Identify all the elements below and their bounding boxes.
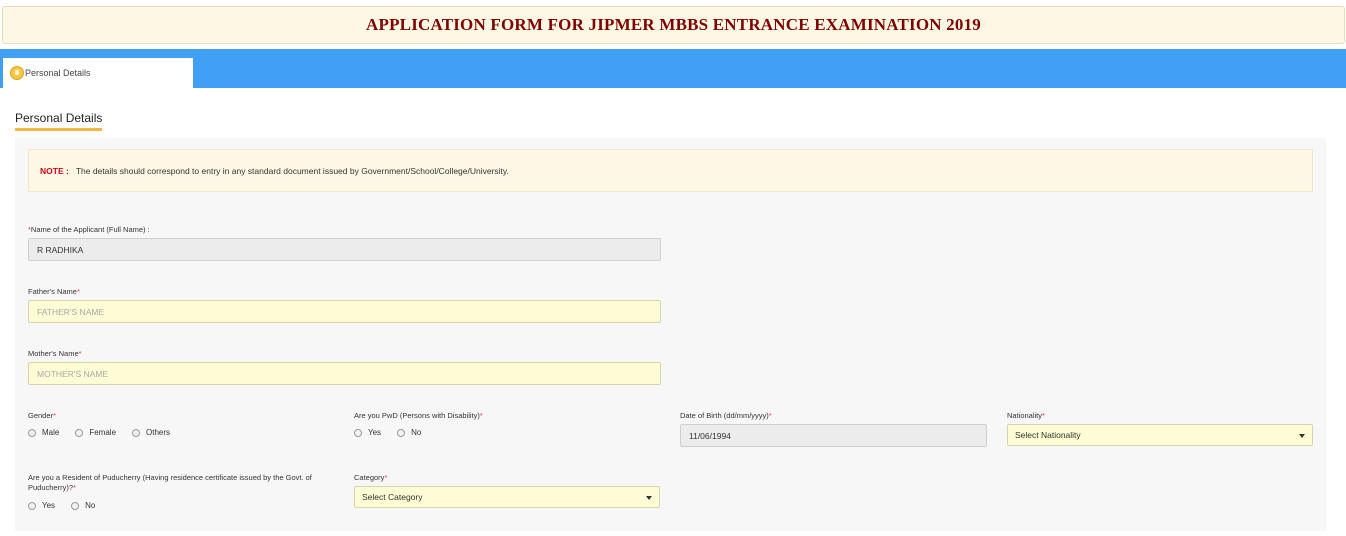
gender-radio-group: Male Female Others xyxy=(28,428,186,437)
chevron-down-icon xyxy=(1299,434,1305,438)
radio-label: No xyxy=(85,501,96,510)
tab-label: Personal Details xyxy=(25,68,91,78)
category-selected-value: Select Category xyxy=(362,492,423,502)
pwd-radio-group: Yes No xyxy=(354,428,437,437)
resident-label-text: Are you a Resident of Puducherry (Having… xyxy=(28,473,312,492)
mother-name-field[interactable] xyxy=(28,362,661,385)
resident-label: Are you a Resident of Puducherry (Having… xyxy=(28,473,338,493)
pwd-no-option[interactable]: No xyxy=(397,428,421,437)
radio-label: No xyxy=(411,428,422,437)
mother-name-label-text: Mother's Name xyxy=(28,349,79,358)
required-mark: * xyxy=(768,411,772,420)
resident-yes-option[interactable]: Yes xyxy=(28,501,55,510)
nationality-select[interactable]: Select Nationality xyxy=(1007,424,1313,446)
pwd-label: Are you PwD (Persons with Disability)* xyxy=(354,411,483,421)
dob-label-text: Date of Birth (dd/mm/yyyy) xyxy=(680,411,769,420)
radio-button[interactable] xyxy=(28,501,36,510)
father-name-label: Father's Name* xyxy=(28,287,80,297)
radio-button[interactable] xyxy=(397,428,406,437)
category-label-text: Category xyxy=(354,473,385,482)
dob-label: Date of Birth (dd/mm/yyyy)* xyxy=(680,411,772,421)
required-mark: * xyxy=(73,483,76,492)
radio-button[interactable] xyxy=(132,428,141,437)
gender-label-text: Gender xyxy=(28,411,54,420)
gender-others-option[interactable]: Others xyxy=(132,428,170,437)
radio-label: Male xyxy=(42,428,60,437)
radio-button[interactable] xyxy=(75,428,84,437)
father-name-field[interactable] xyxy=(28,300,661,323)
section-heading: Personal Details xyxy=(15,111,103,131)
category-select[interactable]: Select Category xyxy=(354,486,660,508)
applicant-name-label: *Name of the Applicant (Full Name) : xyxy=(28,225,150,235)
required-mark: * xyxy=(76,287,80,296)
page-title: APPLICATION FORM FOR JIPMER MBBS ENTRANC… xyxy=(366,15,981,34)
chevron-down-icon xyxy=(646,496,652,500)
pwd-label-text: Are you PwD (Persons with Disability) xyxy=(354,411,480,420)
applicant-name-label-text: Name of the Applicant (Full Name) : xyxy=(30,225,150,234)
radio-button[interactable] xyxy=(28,428,36,437)
personal-details-icon xyxy=(10,66,24,80)
nationality-label-text: Nationality xyxy=(1007,411,1043,420)
father-name-label-text: Father's Name xyxy=(28,287,77,296)
radio-label: Others xyxy=(146,428,171,437)
resident-no-option[interactable]: No xyxy=(71,501,95,510)
required-mark: * xyxy=(53,411,56,420)
radio-label: Yes xyxy=(368,428,382,437)
required-mark: * xyxy=(1042,411,1045,420)
required-mark: * xyxy=(78,349,82,358)
mother-name-label: Mother's Name* xyxy=(28,349,82,359)
gender-female-option[interactable]: Female xyxy=(75,428,116,437)
radio-label: Female xyxy=(89,428,117,437)
nationality-label: Nationality* xyxy=(1007,411,1045,421)
note-label: NOTE : xyxy=(40,165,69,176)
resident-radio-group: Yes No xyxy=(28,501,111,510)
note-text: The details should correspond to entry i… xyxy=(75,165,509,176)
radio-label: Yes xyxy=(42,501,56,510)
applicant-name-field[interactable] xyxy=(28,238,661,261)
required-mark: * xyxy=(384,473,388,482)
gender-label: Gender* xyxy=(28,411,56,421)
gender-male-option[interactable]: Male xyxy=(28,428,59,437)
tab-personal-details[interactable]: Personal Details xyxy=(3,58,193,88)
radio-button[interactable] xyxy=(71,501,80,510)
nationality-selected-value: Select Nationality xyxy=(1015,430,1081,440)
dob-field[interactable] xyxy=(680,424,987,447)
tab-strip: Personal Details xyxy=(0,49,1346,88)
category-label: Category* xyxy=(354,473,387,483)
pwd-yes-option[interactable]: Yes xyxy=(354,428,381,437)
radio-button[interactable] xyxy=(354,428,362,437)
note-box: NOTE : The details should correspond to … xyxy=(28,149,1313,192)
required-mark: * xyxy=(479,411,483,420)
form-panel: NOTE : The details should correspond to … xyxy=(15,138,1326,531)
page-header: APPLICATION FORM FOR JIPMER MBBS ENTRANC… xyxy=(2,6,1345,44)
